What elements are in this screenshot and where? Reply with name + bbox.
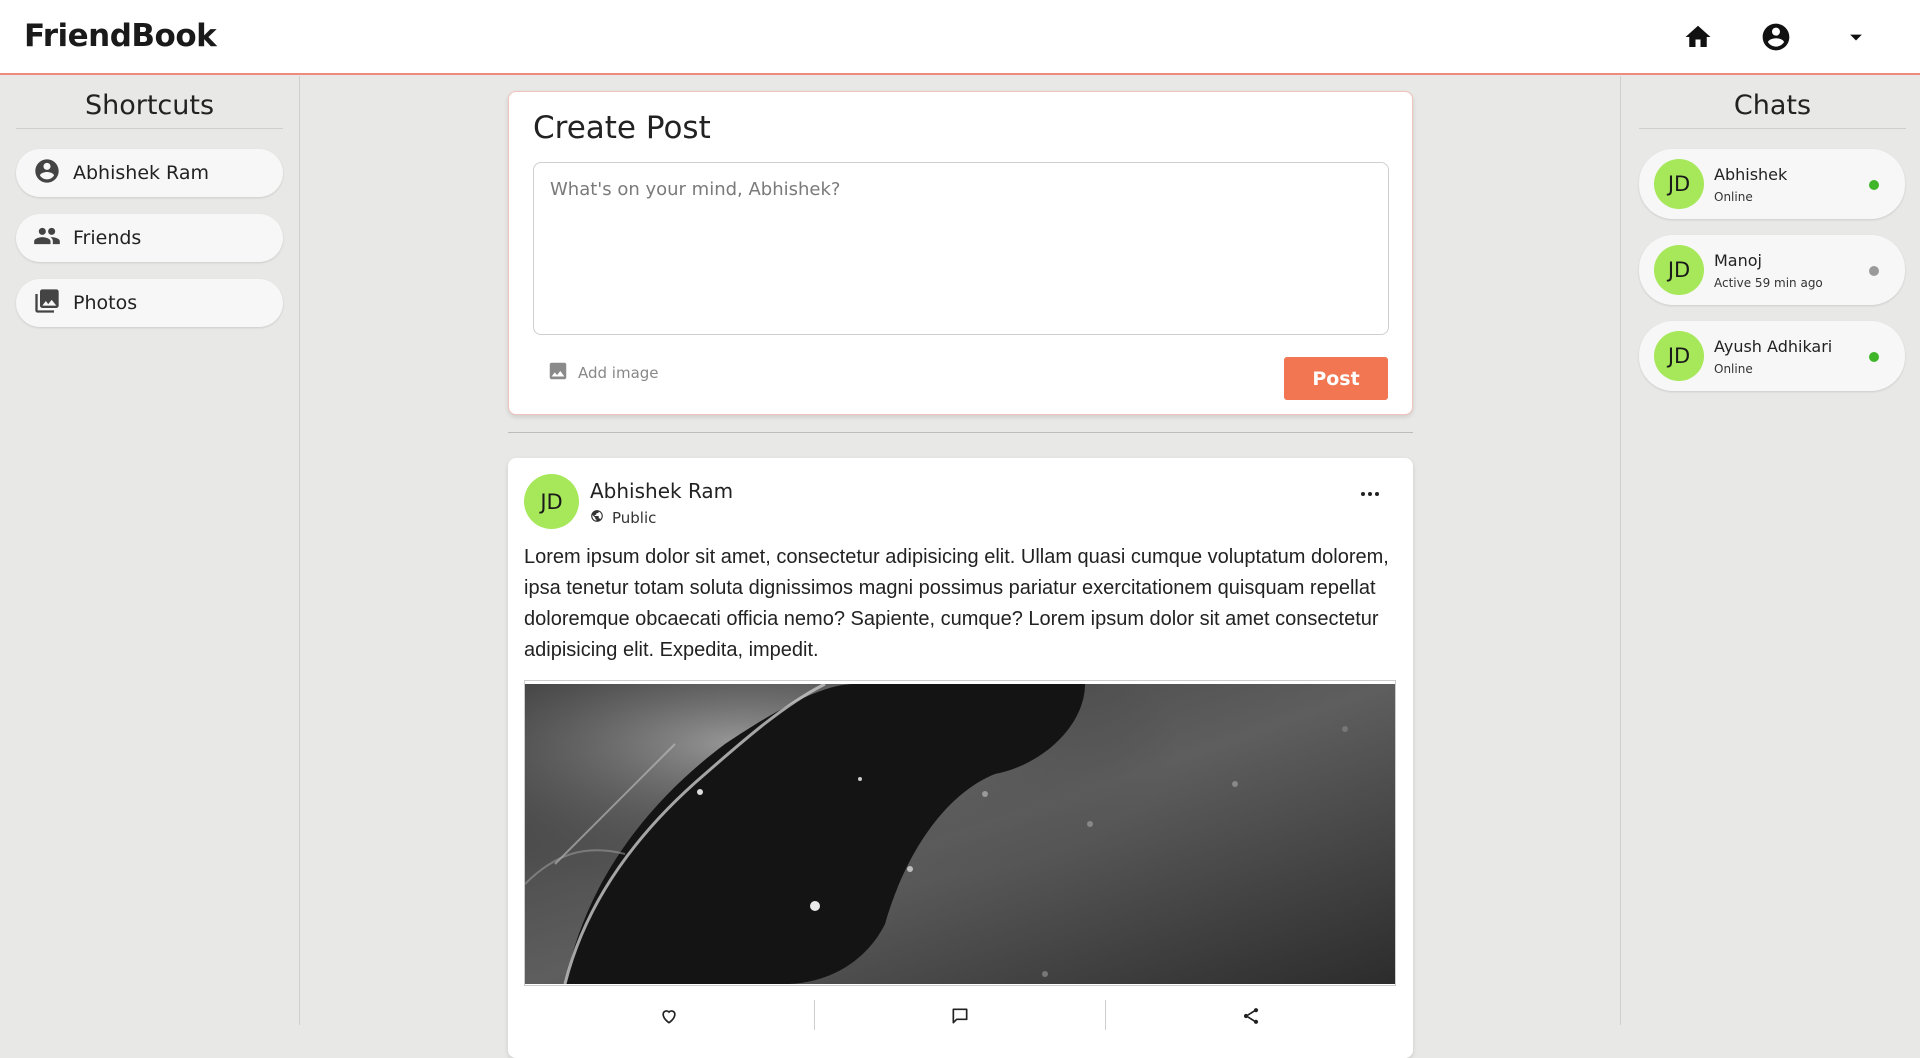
home-icon[interactable]	[1681, 20, 1715, 54]
photo-library-icon	[33, 287, 61, 319]
create-post-card: Create Post Add image Post	[508, 91, 1413, 415]
online-indicator	[1869, 180, 1879, 190]
chat-item[interactable]: JD Abhishek Online	[1639, 149, 1905, 219]
post-actions	[524, 1000, 1396, 1040]
avatar: JD	[1654, 245, 1704, 295]
post-text-input[interactable]	[533, 162, 1389, 335]
chats-title: Chats	[1639, 90, 1906, 129]
chat-item[interactable]: JD Manoj Active 59 min ago	[1639, 235, 1905, 305]
feed-divider	[508, 432, 1413, 433]
add-image-button[interactable]: Add image	[547, 360, 659, 386]
shortcut-label: Friends	[73, 227, 142, 249]
chat-status: Active 59 min ago	[1714, 276, 1823, 290]
shortcut-label: Photos	[73, 292, 138, 314]
shortcuts-sidebar: Shortcuts Abhishek Ram Friends Photos	[0, 76, 300, 1025]
heart-icon	[659, 1006, 679, 1030]
brand-logo[interactable]: FriendBook	[24, 18, 217, 54]
dropdown-caret-icon[interactable]	[1839, 20, 1873, 54]
offline-indicator	[1869, 266, 1879, 276]
post-button[interactable]: Post	[1284, 357, 1388, 400]
add-image-label: Add image	[578, 364, 659, 382]
chat-name: Manoj	[1714, 251, 1762, 270]
post-author[interactable]: Abhishek Ram	[590, 479, 733, 503]
shortcut-label: Abhishek Ram	[73, 162, 209, 184]
more-options-icon[interactable]	[1358, 486, 1382, 502]
globe-icon	[590, 509, 604, 527]
chats-sidebar: Chats JD Abhishek Online JD Manoj Active…	[1620, 76, 1920, 1025]
post-card: JD Abhishek Ram Public Lorem ipsum dolor…	[508, 458, 1413, 1058]
comment-icon	[950, 1006, 970, 1030]
share-button[interactable]	[1106, 1000, 1396, 1040]
comment-button[interactable]	[815, 1000, 1105, 1040]
chat-name: Ayush Adhikari	[1714, 337, 1833, 356]
shortcut-friends[interactable]: Friends	[16, 214, 283, 262]
account-circle-icon	[33, 157, 61, 189]
avatar[interactable]: JD	[524, 474, 579, 529]
avatar: JD	[1654, 331, 1704, 381]
like-button[interactable]	[524, 1000, 814, 1040]
account-circle-icon[interactable]	[1759, 20, 1793, 54]
shortcut-photos[interactable]: Photos	[16, 279, 283, 327]
online-indicator	[1869, 352, 1879, 362]
post-image[interactable]	[524, 680, 1396, 986]
image-icon	[547, 360, 569, 386]
visibility-label: Public	[612, 509, 657, 527]
post-body-text: Lorem ipsum dolor sit amet, consectetur …	[524, 546, 1389, 661]
chat-status: Online	[1714, 190, 1753, 204]
top-navbar: FriendBook	[0, 0, 1920, 75]
share-icon	[1241, 1006, 1261, 1030]
shortcut-profile[interactable]: Abhishek Ram	[16, 149, 283, 197]
chat-name: Abhishek	[1714, 165, 1788, 184]
chat-item[interactable]: JD Ayush Adhikari Online	[1639, 321, 1905, 391]
create-post-title: Create Post	[533, 110, 711, 146]
shortcuts-title: Shortcuts	[16, 90, 283, 129]
people-icon	[33, 222, 61, 254]
post-visibility: Public	[590, 509, 656, 527]
avatar: JD	[1654, 159, 1704, 209]
chat-status: Online	[1714, 362, 1753, 376]
